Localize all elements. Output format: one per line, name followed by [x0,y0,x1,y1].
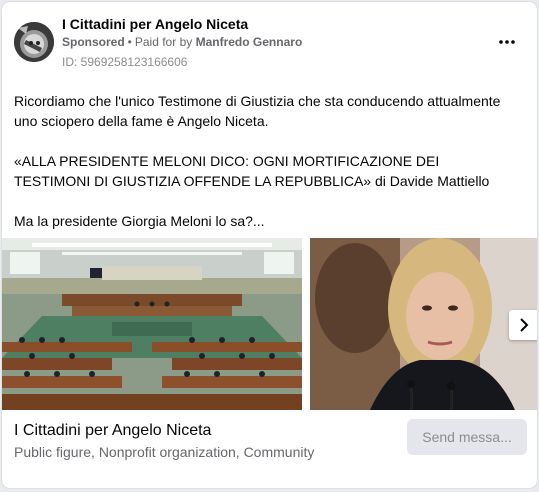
page-name-link[interactable]: I Cittadini per Angelo Niceta [62,16,248,32]
carousel-next-button[interactable] [509,310,537,340]
post-paragraph: «ALLA PRESIDENTE MELONI DICO: OGNI MORTI… [14,153,490,189]
image-carousel [2,238,537,410]
sponsored-label: Sponsored [62,35,125,49]
more-options-button[interactable] [495,32,519,52]
carousel-image-courtroom[interactable] [2,238,302,410]
sponsor-meta: Sponsored • Paid for by Manfredo Gennaro [62,35,302,49]
post-header: I Cittadini per Angelo Niceta Sponsored •… [2,2,537,82]
more-horizontal-icon [499,40,515,44]
carousel-image-portrait[interactable] [310,238,537,410]
avatar-image [14,22,54,62]
payer-name[interactable]: Manfredo Gennaro [196,35,303,49]
chevron-right-icon [520,318,529,332]
page-avatar[interactable] [14,22,54,62]
footer-page-name[interactable]: I Cittadini per Angelo Niceta [14,422,211,440]
post-paragraph: Ricordiamo che l'unico Testimone di Gius… [14,93,501,129]
sponsored-post-card: I Cittadini per Angelo Niceta Sponsored •… [2,2,537,488]
footer-page-categories: Public figure, Nonprofit organization, C… [14,444,315,460]
paid-for-prefix: Paid for by [134,35,193,49]
send-message-button[interactable]: Send messa... [407,419,527,455]
ad-id: ID: 5969258123166606 [62,55,188,69]
post-body: Ricordiamo che l'unico Testimone di Gius… [14,91,519,251]
separator-dot: • [127,35,132,49]
post-paragraph: Ma la presidente Giorgia Meloni lo sa?..… [14,213,265,229]
